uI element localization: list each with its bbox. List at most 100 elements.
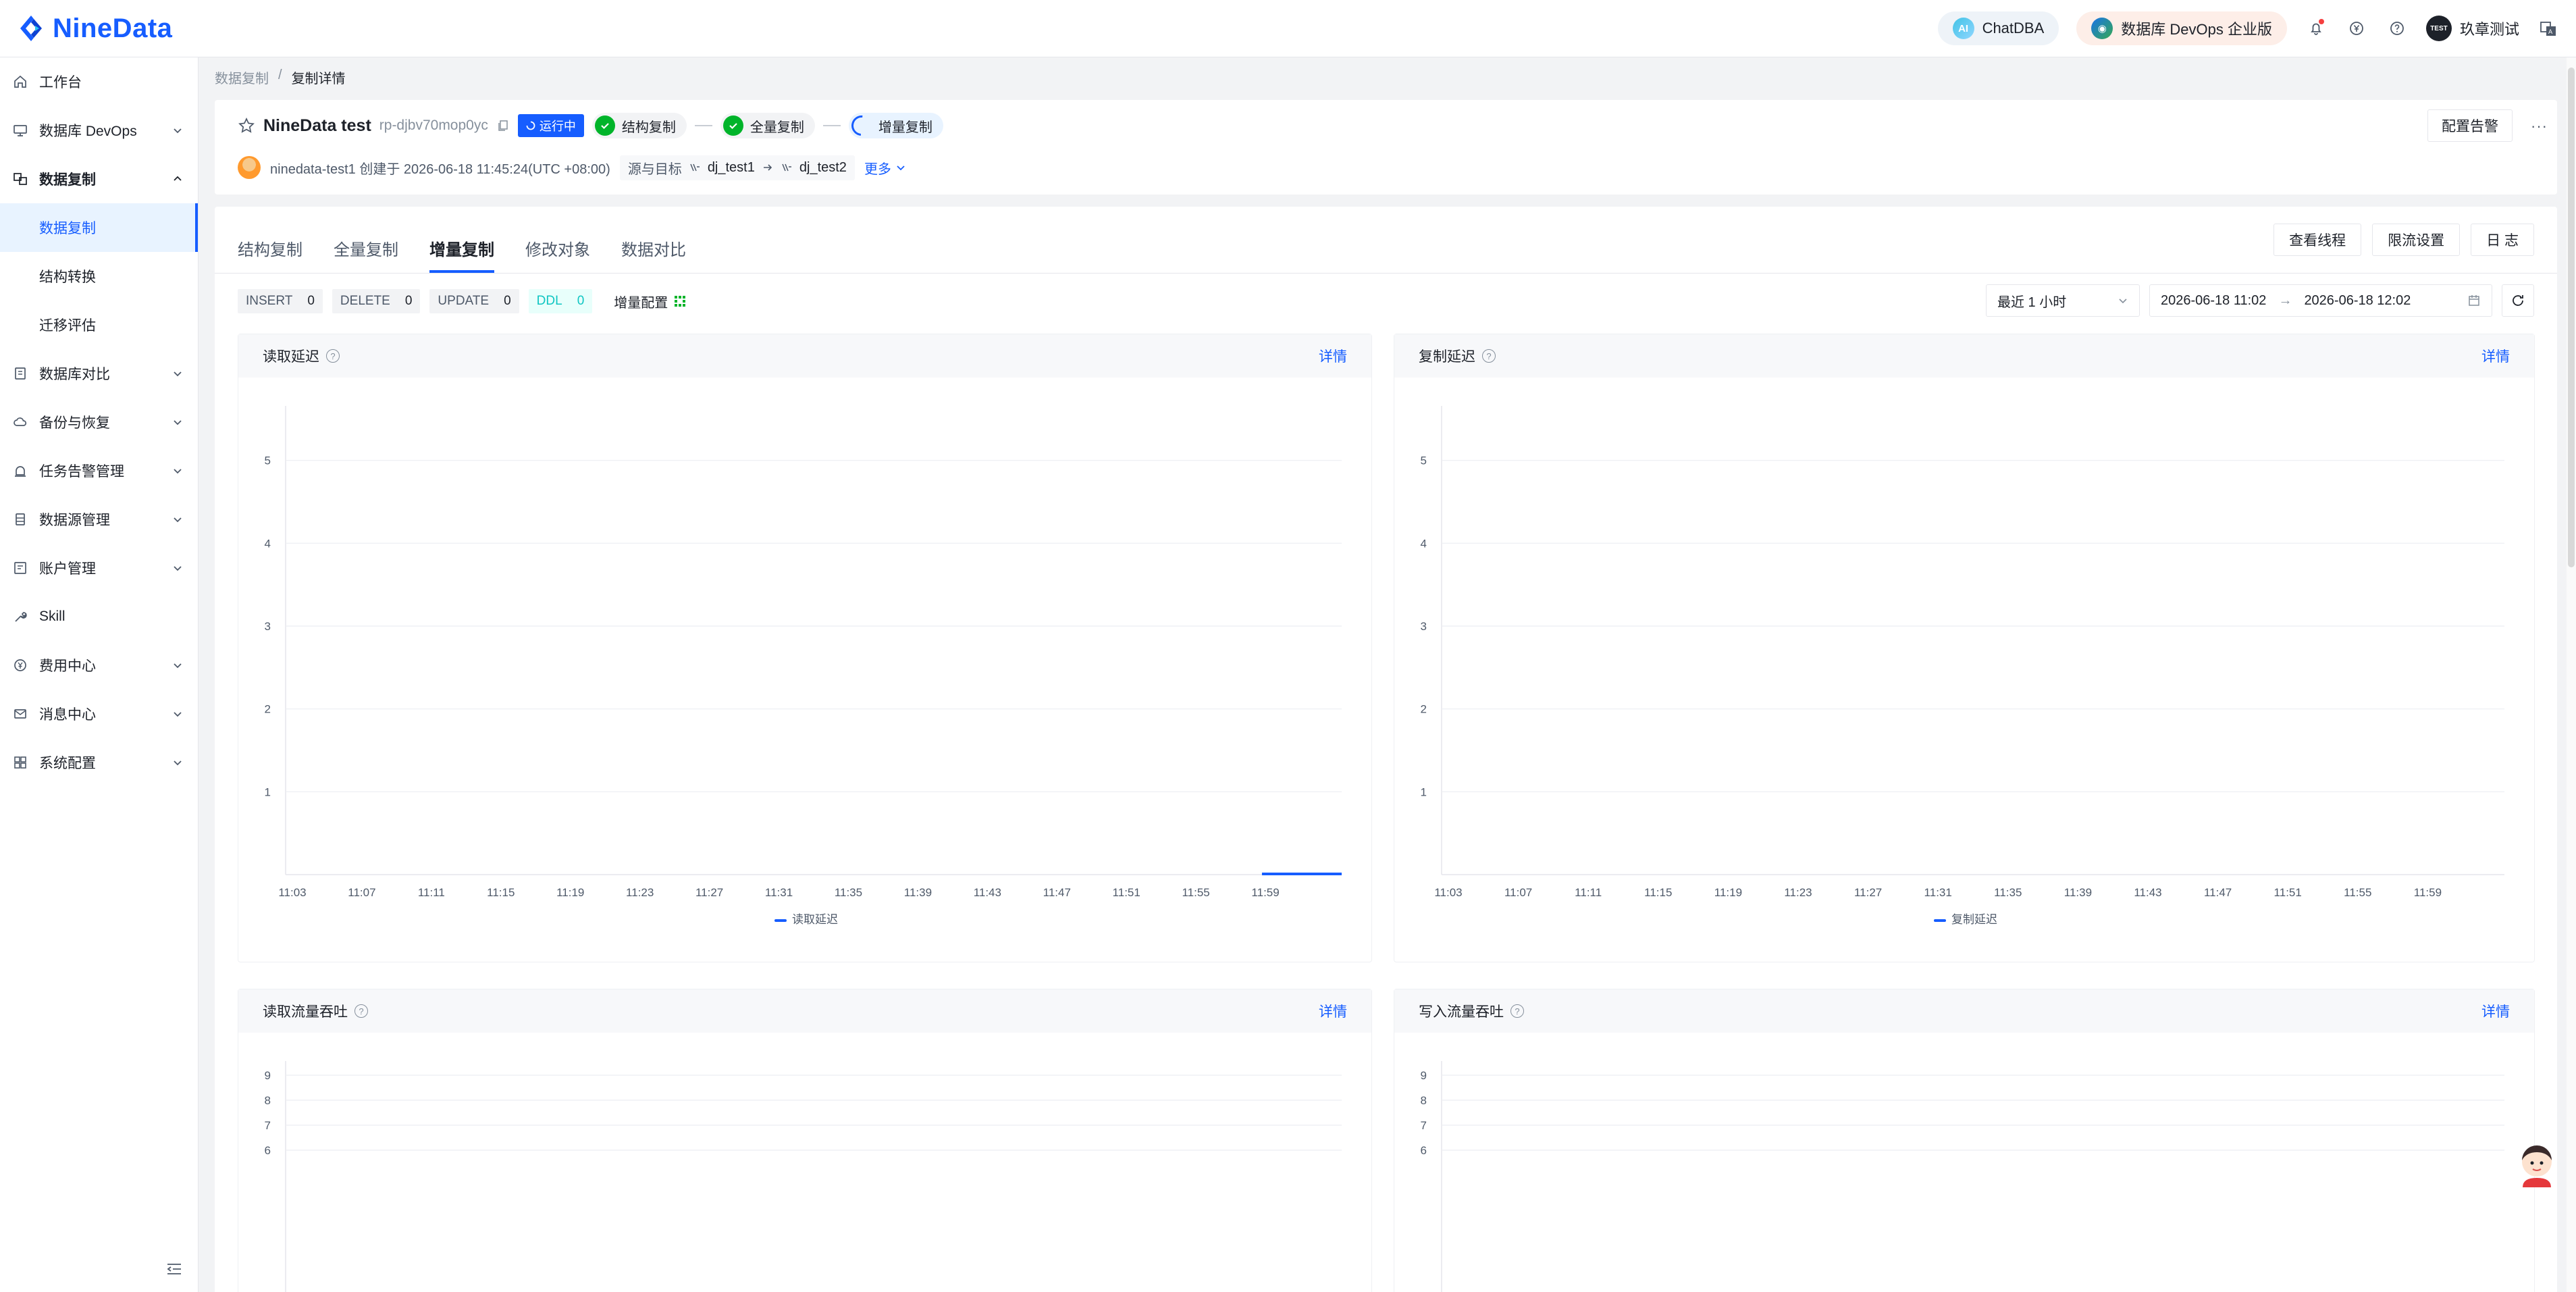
- grid-icon: [12, 754, 28, 771]
- tab-full[interactable]: 全量复制: [334, 223, 398, 273]
- sidebar-subitem-schema-convert[interactable]: 结构转换: [0, 252, 198, 301]
- sidebar-item-messages[interactable]: 消息中心: [0, 690, 198, 738]
- breadcrumb: 数据复制 / 复制详情: [215, 68, 346, 87]
- language-icon[interactable]: A: [2537, 17, 2560, 40]
- range-end[interactable]: 2026-06-18 12:02: [2304, 293, 2411, 309]
- help-icon[interactable]: ?: [354, 1004, 368, 1018]
- help-circle-icon[interactable]: [2386, 17, 2409, 40]
- legend-swatch: [774, 919, 787, 922]
- yen-circle-icon[interactable]: [2345, 17, 2368, 40]
- sidebar-item-label: 数据库 DevOps: [39, 124, 137, 139]
- help-icon[interactable]: ?: [1482, 349, 1496, 363]
- sidebar-item-datasource[interactable]: 数据源管理: [0, 495, 198, 544]
- datasource-icon: [782, 163, 791, 172]
- ddl-counter: DDL 0: [528, 289, 593, 313]
- sidebar-item-backup[interactable]: 备份与恢复: [0, 398, 198, 446]
- tab-modify-objects[interactable]: 修改对象: [525, 223, 590, 273]
- stage-connector: [694, 125, 712, 126]
- chevron-down-icon: [174, 517, 182, 523]
- sidebar-subitem-replication[interactable]: 数据复制: [0, 203, 198, 252]
- x-tick-label: 11:27: [695, 886, 723, 899]
- detail-link[interactable]: 详情: [1319, 346, 1347, 366]
- assistant-avatar-icon[interactable]: [2516, 1143, 2558, 1189]
- operation-counters: INSERT 0 DELETE 0 UPDATE 0 DDL 0 增量配置: [238, 289, 687, 313]
- star-icon[interactable]: [238, 117, 255, 134]
- x-tick-label: 11:51: [2274, 886, 2302, 899]
- help-icon[interactable]: ?: [1510, 1004, 1524, 1018]
- detail-link[interactable]: 详情: [2481, 1001, 2510, 1021]
- y-tick-label: 5: [265, 455, 271, 467]
- time-preset-select[interactable]: 最近 1 小时: [1986, 284, 2140, 317]
- chatdba-label: ChatDBA: [1982, 20, 2045, 36]
- sidebar-subitem-migration-eval[interactable]: 迁移评估: [0, 301, 198, 349]
- status-text: 运行中: [539, 120, 576, 133]
- refresh-button[interactable]: [2502, 284, 2534, 317]
- sidebar-item-system-config[interactable]: 系统配置: [0, 738, 198, 787]
- delete-counter: DELETE 0: [332, 289, 421, 313]
- wrench-icon: [12, 609, 28, 625]
- date-range-picker[interactable]: 2026-06-18 11:02 → 2026-06-18 12:02: [2149, 284, 2492, 317]
- x-tick-label: 11:39: [2064, 886, 2092, 899]
- sidebar-item-skill[interactable]: Skill: [0, 592, 198, 641]
- sidebar-item-account[interactable]: 账户管理: [0, 544, 198, 592]
- view-threads-button[interactable]: 查看线程: [2273, 224, 2362, 256]
- x-tick-label: 11:07: [1504, 886, 1532, 899]
- x-tick-label: 11:03: [1434, 886, 1462, 899]
- logs-button[interactable]: 日 志: [2471, 224, 2534, 256]
- sidebar-item-db-compare[interactable]: 数据库对比: [0, 349, 198, 398]
- breadcrumb-parent[interactable]: 数据复制: [215, 68, 269, 87]
- sidebar-item-alarm[interactable]: 任务告警管理: [0, 446, 198, 495]
- mail-icon: [12, 706, 28, 722]
- x-tick-label: 11:43: [2134, 886, 2161, 899]
- chatdba-button[interactable]: AI ChatDBA: [1937, 11, 2059, 45]
- copy-icon[interactable]: [496, 119, 510, 132]
- chevron-down-icon: [174, 469, 182, 474]
- replication-latency-chart: 1 2 3 4 5 11:03 11:07 11:11 11:15 11:19 11:23 11:27…: [1421, 406, 2504, 926]
- range-arrow: →: [2278, 292, 2292, 308]
- x-tick-label: 11:19: [556, 886, 584, 899]
- incremental-config-link[interactable]: 增量配置: [614, 292, 687, 311]
- svg-text:A: A: [2548, 29, 2553, 36]
- collapse-sidebar-icon[interactable]: [165, 1260, 184, 1278]
- x-tick-label: 11:47: [1043, 886, 1071, 899]
- sidebar-item-billing[interactable]: 费用中心: [0, 641, 198, 690]
- stage-label: 结构复制: [621, 120, 676, 135]
- scrollbar-thumb[interactable]: [2568, 68, 2575, 567]
- bell-icon[interactable]: [2305, 17, 2328, 40]
- time-preset-value: 最近 1 小时: [1997, 294, 2067, 310]
- x-tick-label: 11:51: [1113, 886, 1140, 899]
- chevron-down-icon: [174, 128, 182, 134]
- more-actions-icon[interactable]: ···: [2531, 118, 2548, 135]
- configure-alert-button[interactable]: 配置告警: [2427, 109, 2513, 142]
- source-name[interactable]: dj_test1: [708, 160, 755, 176]
- counter-label: DDL: [536, 294, 562, 308]
- y-tick-label: 4: [265, 537, 271, 550]
- logo[interactable]: NineData: [16, 14, 172, 44]
- user-menu[interactable]: TEST 玖章测试: [2425, 16, 2519, 41]
- source-target: 源与目标 dj_test1 dj_test2: [619, 155, 855, 180]
- more-link[interactable]: 更多: [864, 158, 906, 178]
- sidebar-item-workbench[interactable]: 工作台: [0, 57, 198, 106]
- range-start[interactable]: 2026-06-18 11:02: [2161, 293, 2266, 309]
- rate-limit-button[interactable]: 限流设置: [2372, 224, 2461, 256]
- x-tick-label: 11:07: [348, 886, 375, 899]
- sidebar-item-devops[interactable]: 数据库 DevOps: [0, 106, 198, 155]
- tab-data-compare[interactable]: 数据对比: [621, 223, 686, 273]
- tab-incremental[interactable]: 增量复制: [429, 223, 494, 273]
- sidebar-item-label: 系统配置: [39, 756, 96, 771]
- replicate-icon: [12, 171, 28, 187]
- tab-schema[interactable]: 结构复制: [238, 223, 303, 273]
- detail-link[interactable]: 详情: [1319, 1001, 1347, 1021]
- target-name[interactable]: dj_test2: [799, 160, 847, 176]
- top-bar: NineData AI ChatDBA ◉ 数据库 DevOps 企业版 TES…: [0, 0, 2576, 57]
- home-icon: [12, 74, 28, 90]
- legend-label: 读取延迟: [792, 913, 838, 926]
- sidebar-item-replication[interactable]: 数据复制: [0, 155, 198, 203]
- counter-label: UPDATE: [438, 294, 490, 308]
- devops-edition-label: 数据库 DevOps 企业版: [2121, 21, 2272, 38]
- creator-avatar: [238, 156, 261, 179]
- chevron-down-icon: [174, 420, 182, 425]
- detail-link[interactable]: 详情: [2481, 346, 2510, 366]
- devops-edition-button[interactable]: ◉ 数据库 DevOps 企业版: [2076, 11, 2287, 45]
- help-icon[interactable]: ?: [326, 349, 340, 363]
